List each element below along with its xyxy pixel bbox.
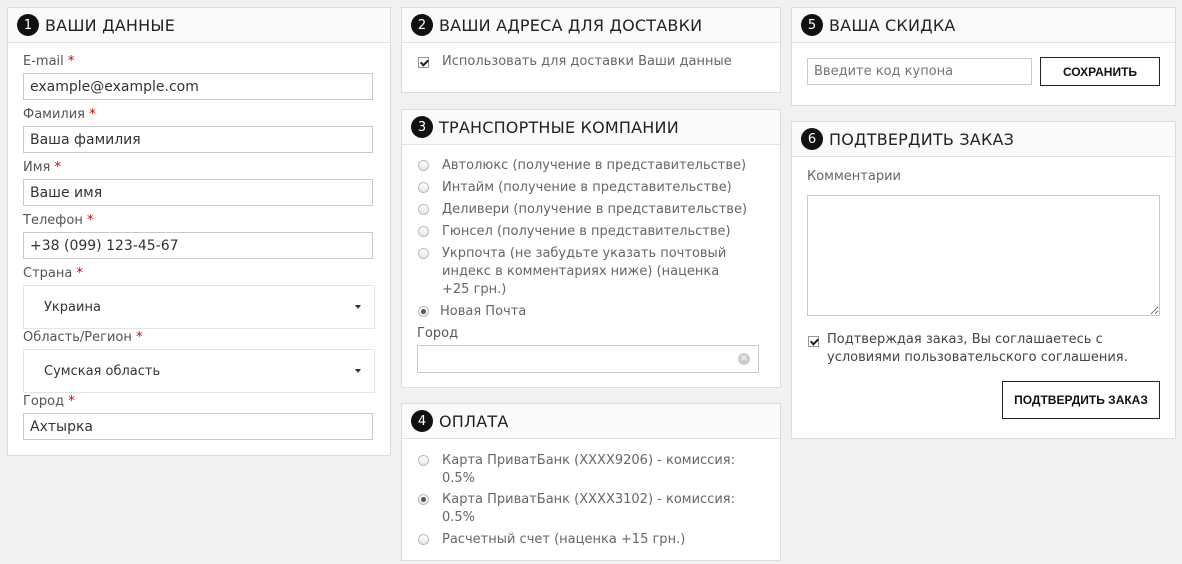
shipping-option-label: Гюнсел (получение в представительстве)	[442, 224, 731, 239]
shipping-option-label: Автолюкс (получение в представительстве)	[442, 158, 747, 173]
city-label: Город *	[23, 394, 75, 409]
shipping-option-gunsel[interactable]: Гюнсел (получение в представительстве)	[418, 223, 758, 241]
name-label: Имя *	[23, 160, 61, 175]
required-mark: *	[76, 266, 83, 281]
caret-down-icon	[355, 305, 361, 309]
radio-button[interactable]	[418, 182, 429, 193]
region-label: Область/Регион *	[23, 330, 143, 345]
payment-panel: 4 ОПЛАТА Карта ПриватБанк (XXXX9206) - к…	[401, 403, 781, 561]
delivery-address-title: ВАШИ АДРЕСА ДЛЯ ДОСТАВКИ	[439, 15, 703, 35]
radio-button[interactable]	[418, 306, 429, 317]
surname-label: Фамилия *	[23, 107, 96, 122]
payment-option-label: Карта ПриватБанк (XXXX3102) - комиссия: …	[442, 492, 735, 525]
use-data-label: Использовать для доставки Ваши данные	[442, 54, 732, 69]
email-label: E-mail *	[23, 54, 75, 69]
shipping-header: 3 ТРАНСПОРТНЫЕ КОМПАНИИ	[402, 110, 780, 145]
phone-input[interactable]	[23, 232, 373, 259]
phone-label: Телефон *	[23, 213, 94, 228]
payment-option-label: Карта ПриватБанк (XXXX9206) - комиссия: …	[442, 453, 735, 486]
shipping-city-input[interactable]	[417, 345, 759, 373]
personal-data-title: ВАШИ ДАННЫЕ	[45, 15, 176, 35]
payment-header: 4 ОПЛАТА	[402, 404, 780, 439]
required-mark: *	[89, 107, 96, 122]
name-input[interactable]	[23, 179, 373, 206]
payment-option-bank-account[interactable]: Расчетный счет (наценка +15 грн.)	[418, 531, 758, 549]
personal-data-panel: 1 ВАШИ ДАННЫЕ E-mail * Фамилия * Имя * Т…	[7, 7, 391, 456]
step-number-6: 6	[801, 128, 823, 150]
delivery-address-panel: 2 ВАШИ АДРЕСА ДЛЯ ДОСТАВКИ Использовать …	[401, 7, 781, 93]
shipping-title: ТРАНСПОРТНЫЕ КОМПАНИИ	[439, 117, 679, 137]
shipping-option-ukrposhta[interactable]: Укрпочта (не забудьте указать почтовый и…	[418, 245, 738, 299]
agree-label: Подтверждая заказ, Вы соглашаетесь с усл…	[827, 332, 1128, 365]
use-data-checkbox[interactable]	[418, 57, 429, 68]
required-mark: *	[86, 213, 94, 228]
email-input[interactable]	[23, 73, 373, 100]
step-number-4: 4	[411, 410, 433, 432]
radio-button[interactable]	[418, 226, 429, 237]
payment-option-privat-3102[interactable]: Карта ПриватБанк (XXXX3102) - комиссия: …	[418, 491, 748, 527]
confirm-order-panel: 6 ПОДТВЕРДИТЬ ЗАКАЗ Комментарии Подтверж…	[791, 121, 1176, 439]
comment-textarea[interactable]	[807, 195, 1160, 316]
step-number-5: 5	[801, 14, 823, 36]
radio-button[interactable]	[418, 534, 429, 545]
radio-button[interactable]	[418, 455, 429, 466]
personal-data-header: 1 ВАШИ ДАННЫЕ	[8, 8, 390, 43]
radio-button[interactable]	[418, 204, 429, 215]
radio-button[interactable]	[418, 494, 429, 505]
surname-input[interactable]	[23, 126, 373, 153]
shipping-option-delivery[interactable]: Деливери (получение в представительстве)	[418, 201, 758, 219]
shipping-option-label: Интайм (получение в представительстве)	[442, 180, 732, 195]
discount-title: ВАША СКИДКА	[829, 15, 956, 35]
shipping-option-label: Новая Почта	[440, 304, 527, 319]
payment-option-label: Расчетный счет (наценка +15 грн.)	[442, 532, 686, 547]
radio-button[interactable]	[418, 160, 429, 171]
country-label: Страна *	[23, 266, 83, 281]
region-value: Сумская область	[44, 363, 161, 379]
discount-header: 5 ВАША СКИДКА	[792, 8, 1175, 43]
city-input[interactable]	[23, 413, 373, 440]
caret-down-icon	[355, 369, 361, 373]
radio-button[interactable]	[418, 248, 429, 259]
required-mark: *	[136, 330, 143, 345]
comment-label: Комментарии	[807, 169, 901, 184]
step-number-2: 2	[411, 14, 433, 36]
required-mark: *	[67, 54, 75, 69]
step-number-1: 1	[17, 14, 39, 36]
shipping-option-novaposhta[interactable]: Новая Почта	[418, 303, 758, 321]
step-number-3: 3	[411, 116, 433, 138]
payment-option-privat-9206[interactable]: Карта ПриватБанк (XXXX9206) - комиссия: …	[418, 452, 748, 488]
shipping-option-avtolux[interactable]: Автолюкс (получение в представительстве)	[418, 157, 758, 175]
required-mark: *	[68, 394, 75, 409]
confirm-order-header: 6 ПОДТВЕРДИТЬ ЗАКАЗ	[792, 122, 1175, 157]
shipping-option-intime[interactable]: Интайм (получение в представительстве)	[418, 179, 758, 197]
clear-icon[interactable]: ×	[738, 353, 750, 365]
country-value: Украина	[44, 299, 101, 315]
agree-checkbox[interactable]	[808, 336, 819, 347]
shipping-panel: 3 ТРАНСПОРТНЫЕ КОМПАНИИ Автолюкс (получе…	[401, 109, 781, 388]
confirm-order-title: ПОДТВЕРДИТЬ ЗАКАЗ	[829, 129, 1015, 149]
discount-panel: 5 ВАША СКИДКА СОХРАНИТЬ	[791, 7, 1176, 106]
shipping-option-label: Деливери (получение в представительстве)	[442, 202, 748, 217]
save-coupon-button[interactable]: СОХРАНИТЬ	[1040, 57, 1160, 86]
confirm-order-button[interactable]: ПОДТВЕРДИТЬ ЗАКАЗ	[1002, 381, 1160, 419]
coupon-input[interactable]	[807, 58, 1032, 85]
shipping-option-label: Укрпочта (не забудьте указать почтовый и…	[442, 246, 727, 297]
required-mark: *	[54, 160, 62, 175]
delivery-address-header: 2 ВАШИ АДРЕСА ДЛЯ ДОСТАВКИ	[402, 8, 780, 43]
country-select[interactable]: Украина	[23, 285, 375, 329]
shipping-city-label: Город	[417, 326, 459, 341]
region-select[interactable]: Сумская область	[23, 349, 375, 393]
payment-title: ОПЛАТА	[439, 411, 509, 431]
